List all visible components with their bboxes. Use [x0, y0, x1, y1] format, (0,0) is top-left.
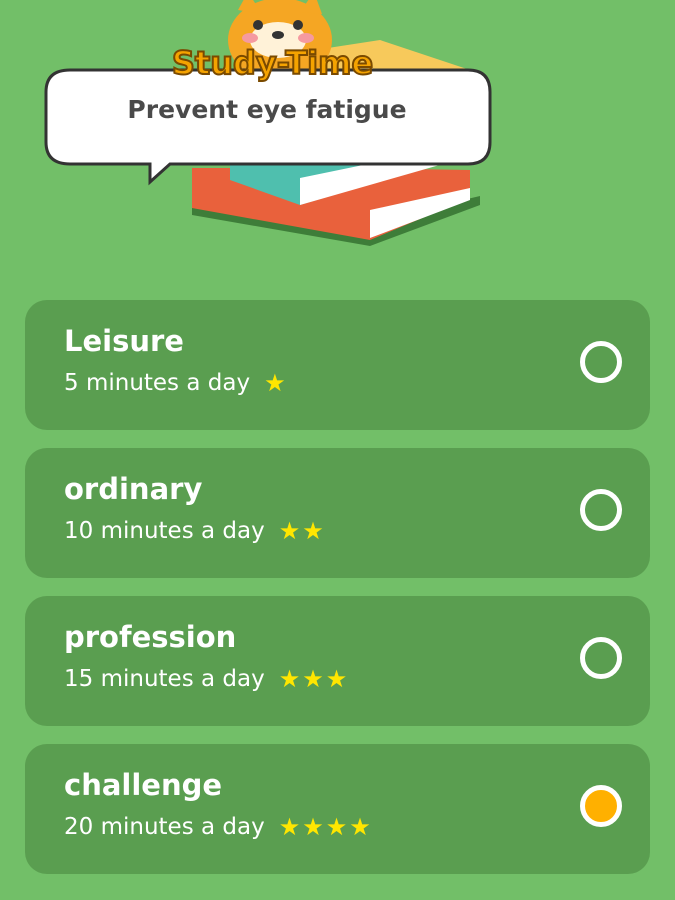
option-description: 15 minutes a day ★ ★ ★ — [64, 666, 349, 692]
star-icon: ★ — [278, 813, 301, 841]
star-icon: ★ — [278, 665, 301, 693]
book-stack-icon — [44, 0, 492, 246]
option-duration: 5 minutes a day — [64, 370, 251, 396]
rating-stars: ★ ★ — [279, 519, 326, 543]
header-illustration: Study-Time Prevent eye fatigue — [0, 0, 675, 270]
option-description: 10 minutes a day ★ ★ — [64, 518, 326, 544]
radio-button[interactable] — [580, 489, 622, 531]
star-icon: ★ — [325, 813, 348, 841]
option-description: 5 minutes a day ★ — [64, 370, 288, 396]
option-description: 20 minutes a day ★ ★ ★ ★ — [64, 814, 373, 840]
star-icon: ★ — [264, 369, 286, 397]
star-icon: ★ — [325, 665, 348, 693]
option-duration: 10 minutes a day — [64, 518, 265, 544]
option-challenge[interactable]: challenge 20 minutes a day ★ ★ ★ ★ — [25, 744, 650, 874]
option-title: challenge — [64, 768, 223, 802]
option-duration: 20 minutes a day — [64, 814, 265, 840]
radio-button[interactable] — [580, 341, 622, 383]
option-title: profession — [64, 620, 237, 654]
page-subtitle: Prevent eye fatigue — [127, 95, 407, 124]
option-leisure[interactable]: Leisure 5 minutes a day ★ — [25, 300, 650, 430]
option-ordinary[interactable]: ordinary 10 minutes a day ★ ★ — [25, 448, 650, 578]
star-icon: ★ — [302, 813, 324, 841]
option-title: ordinary — [64, 472, 203, 506]
rating-stars: ★ ★ ★ ★ — [279, 815, 373, 839]
radio-button[interactable] — [580, 637, 622, 679]
star-icon: ★ — [278, 517, 301, 545]
star-icon: ★ — [302, 517, 324, 545]
option-duration: 15 minutes a day — [64, 666, 265, 692]
radio-button-selected[interactable] — [580, 785, 622, 827]
brand-title: Study-Time — [171, 43, 374, 83]
option-profession[interactable]: profession 15 minutes a day ★ ★ ★ — [25, 596, 650, 726]
rating-stars: ★ — [264, 371, 288, 395]
option-title: Leisure — [64, 324, 184, 358]
rating-stars: ★ ★ ★ — [279, 667, 350, 691]
star-icon: ★ — [302, 665, 324, 693]
star-icon: ★ — [349, 813, 371, 841]
